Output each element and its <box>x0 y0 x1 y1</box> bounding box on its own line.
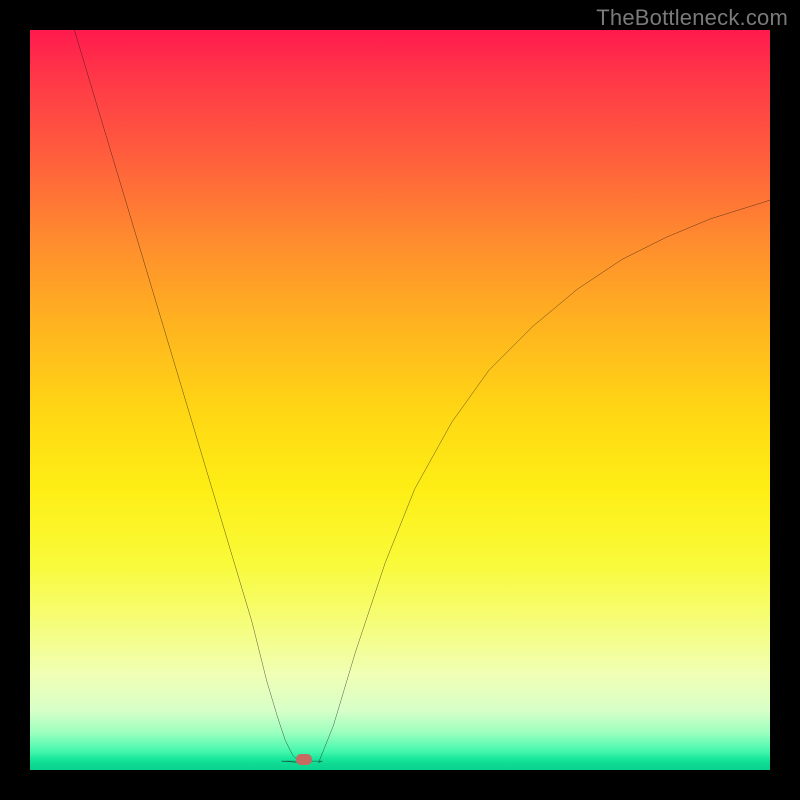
chart-frame: TheBottleneck.com <box>0 0 800 800</box>
chart-plot-area <box>30 30 770 770</box>
watermark-text: TheBottleneck.com <box>596 5 788 31</box>
curve-svg <box>30 30 770 770</box>
optimal-point-marker <box>296 754 312 765</box>
bottleneck-curve <box>74 30 770 763</box>
